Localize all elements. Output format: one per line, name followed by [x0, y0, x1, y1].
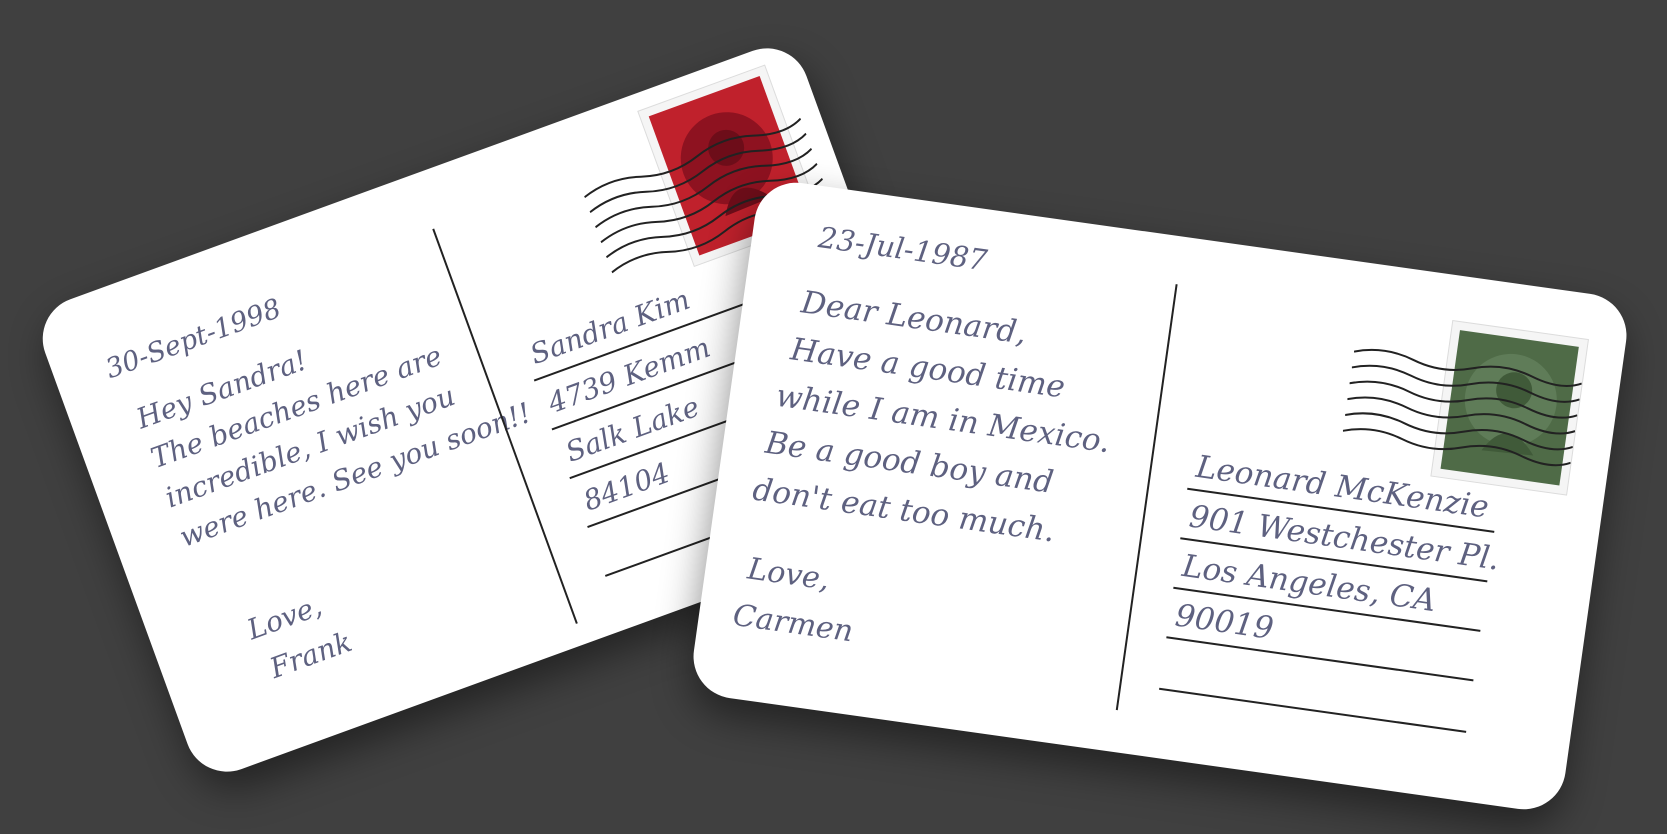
postcard-signature: Carmen — [730, 597, 856, 650]
postcard-date: 23-Jul-1987 — [816, 220, 990, 278]
address-rule — [1159, 687, 1467, 733]
postcard-front: 23-Jul-1987 Dear Leonard, Have a good ti… — [688, 177, 1632, 815]
address-rule — [1166, 636, 1474, 682]
postcard-closing: Love, — [745, 551, 832, 598]
address-line: 84104 — [579, 456, 675, 518]
postcard-divider — [1115, 284, 1178, 711]
